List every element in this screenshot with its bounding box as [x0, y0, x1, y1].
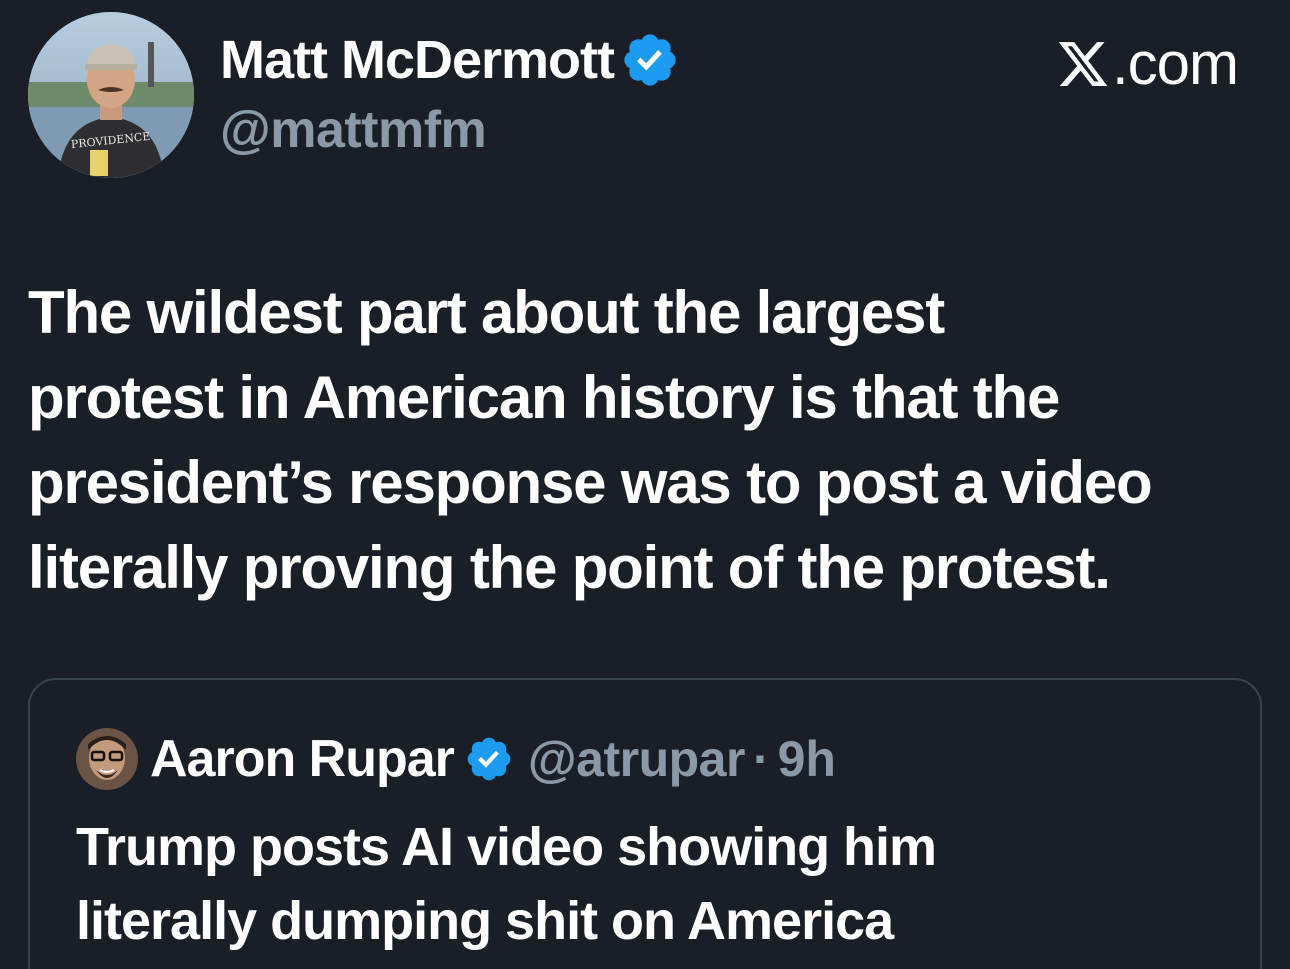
tweet-line: The wildest part about the largest	[28, 279, 945, 346]
quoted-author-handle[interactable]: @atrupar	[528, 729, 746, 789]
separator-dot: ·	[752, 731, 770, 787]
quoted-tweet-text: Trump posts AI video showing him literal…	[76, 810, 1226, 958]
tweet-screenshot: PROVIDENCE Matt McDermott @mattmfm .com	[0, 0, 1290, 969]
author-name[interactable]: Matt McDermott	[220, 28, 680, 92]
x-logo-icon	[1058, 42, 1108, 86]
author-avatar[interactable]: PROVIDENCE	[28, 12, 194, 178]
quoted-tweet-card[interactable]: Aaron Rupar @atrupar · 9h Trump posts AI…	[28, 678, 1262, 969]
brand-watermark: .com	[1056, 28, 1239, 100]
quoted-tweet-header: Aaron Rupar @atrupar · 9h	[76, 728, 836, 790]
tweet-line: protest in American history is that the	[28, 364, 1060, 431]
quoted-author-name[interactable]: Aaron Rupar	[150, 729, 455, 789]
brand-label: .com	[1111, 30, 1239, 97]
tweet-text: The wildest part about the largest prote…	[28, 270, 1273, 610]
quoted-author-avatar[interactable]	[76, 728, 138, 790]
author-handle[interactable]: @mattmfm	[220, 98, 487, 162]
tweet-line: literally proving the point of the prote…	[28, 534, 1111, 601]
quoted-timestamp[interactable]: 9h	[778, 729, 836, 789]
verified-badge-icon	[624, 34, 676, 86]
tweet-line: president’s response was to post a video	[28, 449, 1153, 516]
author-name-text: Matt McDermott	[220, 30, 615, 90]
quoted-tweet-line: literally dumping shit on America	[76, 891, 894, 951]
verified-badge-icon	[467, 737, 511, 781]
quoted-tweet-line: Trump posts AI video showing him	[76, 817, 937, 877]
